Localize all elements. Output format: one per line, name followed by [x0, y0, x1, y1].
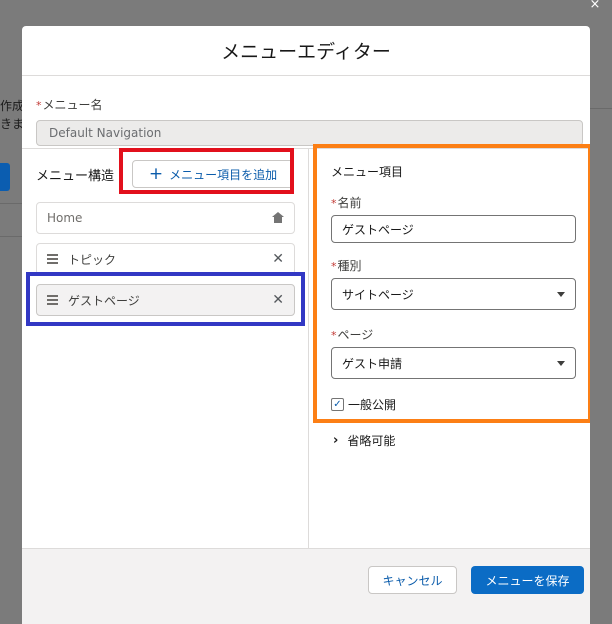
menu-item-list: Home トピック ✕ ゲストページ ✕	[36, 202, 295, 325]
remove-icon[interactable]: ✕	[272, 252, 284, 266]
menu-structure-panel: メニュー構造 + メニュー項目を追加	[36, 156, 296, 192]
menu-item-detail-panel: メニュー項目 *名前 ゲストページ *種別 サイトページ *ページ ゲスト申請 …	[331, 163, 581, 413]
column-divider	[308, 148, 309, 548]
menu-item-home[interactable]: Home	[36, 202, 295, 234]
public-checkbox-row[interactable]: ✓ 一般公開	[331, 395, 581, 413]
collapsible-label: 省略可能	[347, 434, 396, 448]
menu-item-guest-page[interactable]: ゲストページ ✕	[36, 284, 295, 316]
add-menu-item-button[interactable]: + メニュー項目を追加	[132, 160, 294, 188]
required-marker: *	[331, 329, 337, 342]
required-marker: *	[331, 197, 337, 210]
background-button[interactable]	[0, 163, 10, 191]
modal-header: メニューエディター	[22, 26, 590, 76]
page-select[interactable]: ゲスト申請	[331, 347, 576, 379]
save-menu-button[interactable]: メニューを保存	[471, 566, 584, 594]
menu-name-input[interactable]: Default Navigation	[36, 120, 583, 146]
background-divider	[590, 108, 612, 109]
modal-footer: キャンセル メニューを保存	[22, 548, 590, 624]
menu-item-section-title: メニュー項目	[331, 165, 404, 179]
modal-title: メニューエディター	[221, 41, 391, 63]
menu-item-topic[interactable]: トピック ✕	[36, 243, 295, 275]
collapsible-toggle[interactable]: › 省略可能	[333, 432, 395, 449]
close-icon[interactable]: ×	[586, 0, 604, 12]
name-input[interactable]: ゲストページ	[331, 215, 576, 243]
type-label: 種別	[337, 259, 362, 273]
menu-editor-modal: メニューエディター *メニュー名 Default Navigation メニュー…	[22, 26, 590, 624]
page-select-value: ゲスト申請	[342, 357, 403, 371]
drag-handle-icon[interactable]	[47, 295, 58, 305]
chevron-down-icon	[557, 292, 565, 297]
menu-item-label: Home	[47, 211, 83, 225]
remove-icon[interactable]: ✕	[272, 293, 284, 307]
required-marker: *	[36, 99, 42, 112]
name-label: 名前	[337, 196, 362, 210]
chevron-right-icon: ›	[333, 433, 339, 448]
public-checkbox[interactable]: ✓	[331, 397, 344, 411]
type-select-value: サイトページ	[342, 288, 414, 302]
section-divider	[22, 148, 590, 149]
public-checkbox-label: 一般公開	[348, 397, 397, 412]
background-divider	[0, 203, 22, 204]
background-divider	[0, 236, 22, 237]
menu-structure-label: メニュー構造	[36, 168, 115, 184]
plus-icon: +	[148, 164, 164, 184]
home-icon	[272, 212, 284, 224]
type-select[interactable]: サイトページ	[331, 278, 576, 310]
chevron-down-icon	[557, 361, 565, 366]
cancel-button[interactable]: キャンセル	[368, 566, 457, 594]
menu-name-label: メニュー名	[42, 98, 103, 112]
menu-item-label: ゲストページ	[68, 293, 140, 308]
required-marker: *	[331, 260, 337, 273]
add-menu-item-label: メニュー項目を追加	[169, 167, 278, 182]
menu-item-label: トピック	[68, 252, 117, 267]
page-label: ページ	[337, 328, 374, 342]
menu-name-field: *メニュー名 Default Navigation	[36, 94, 583, 146]
drag-handle-icon[interactable]	[47, 254, 58, 264]
